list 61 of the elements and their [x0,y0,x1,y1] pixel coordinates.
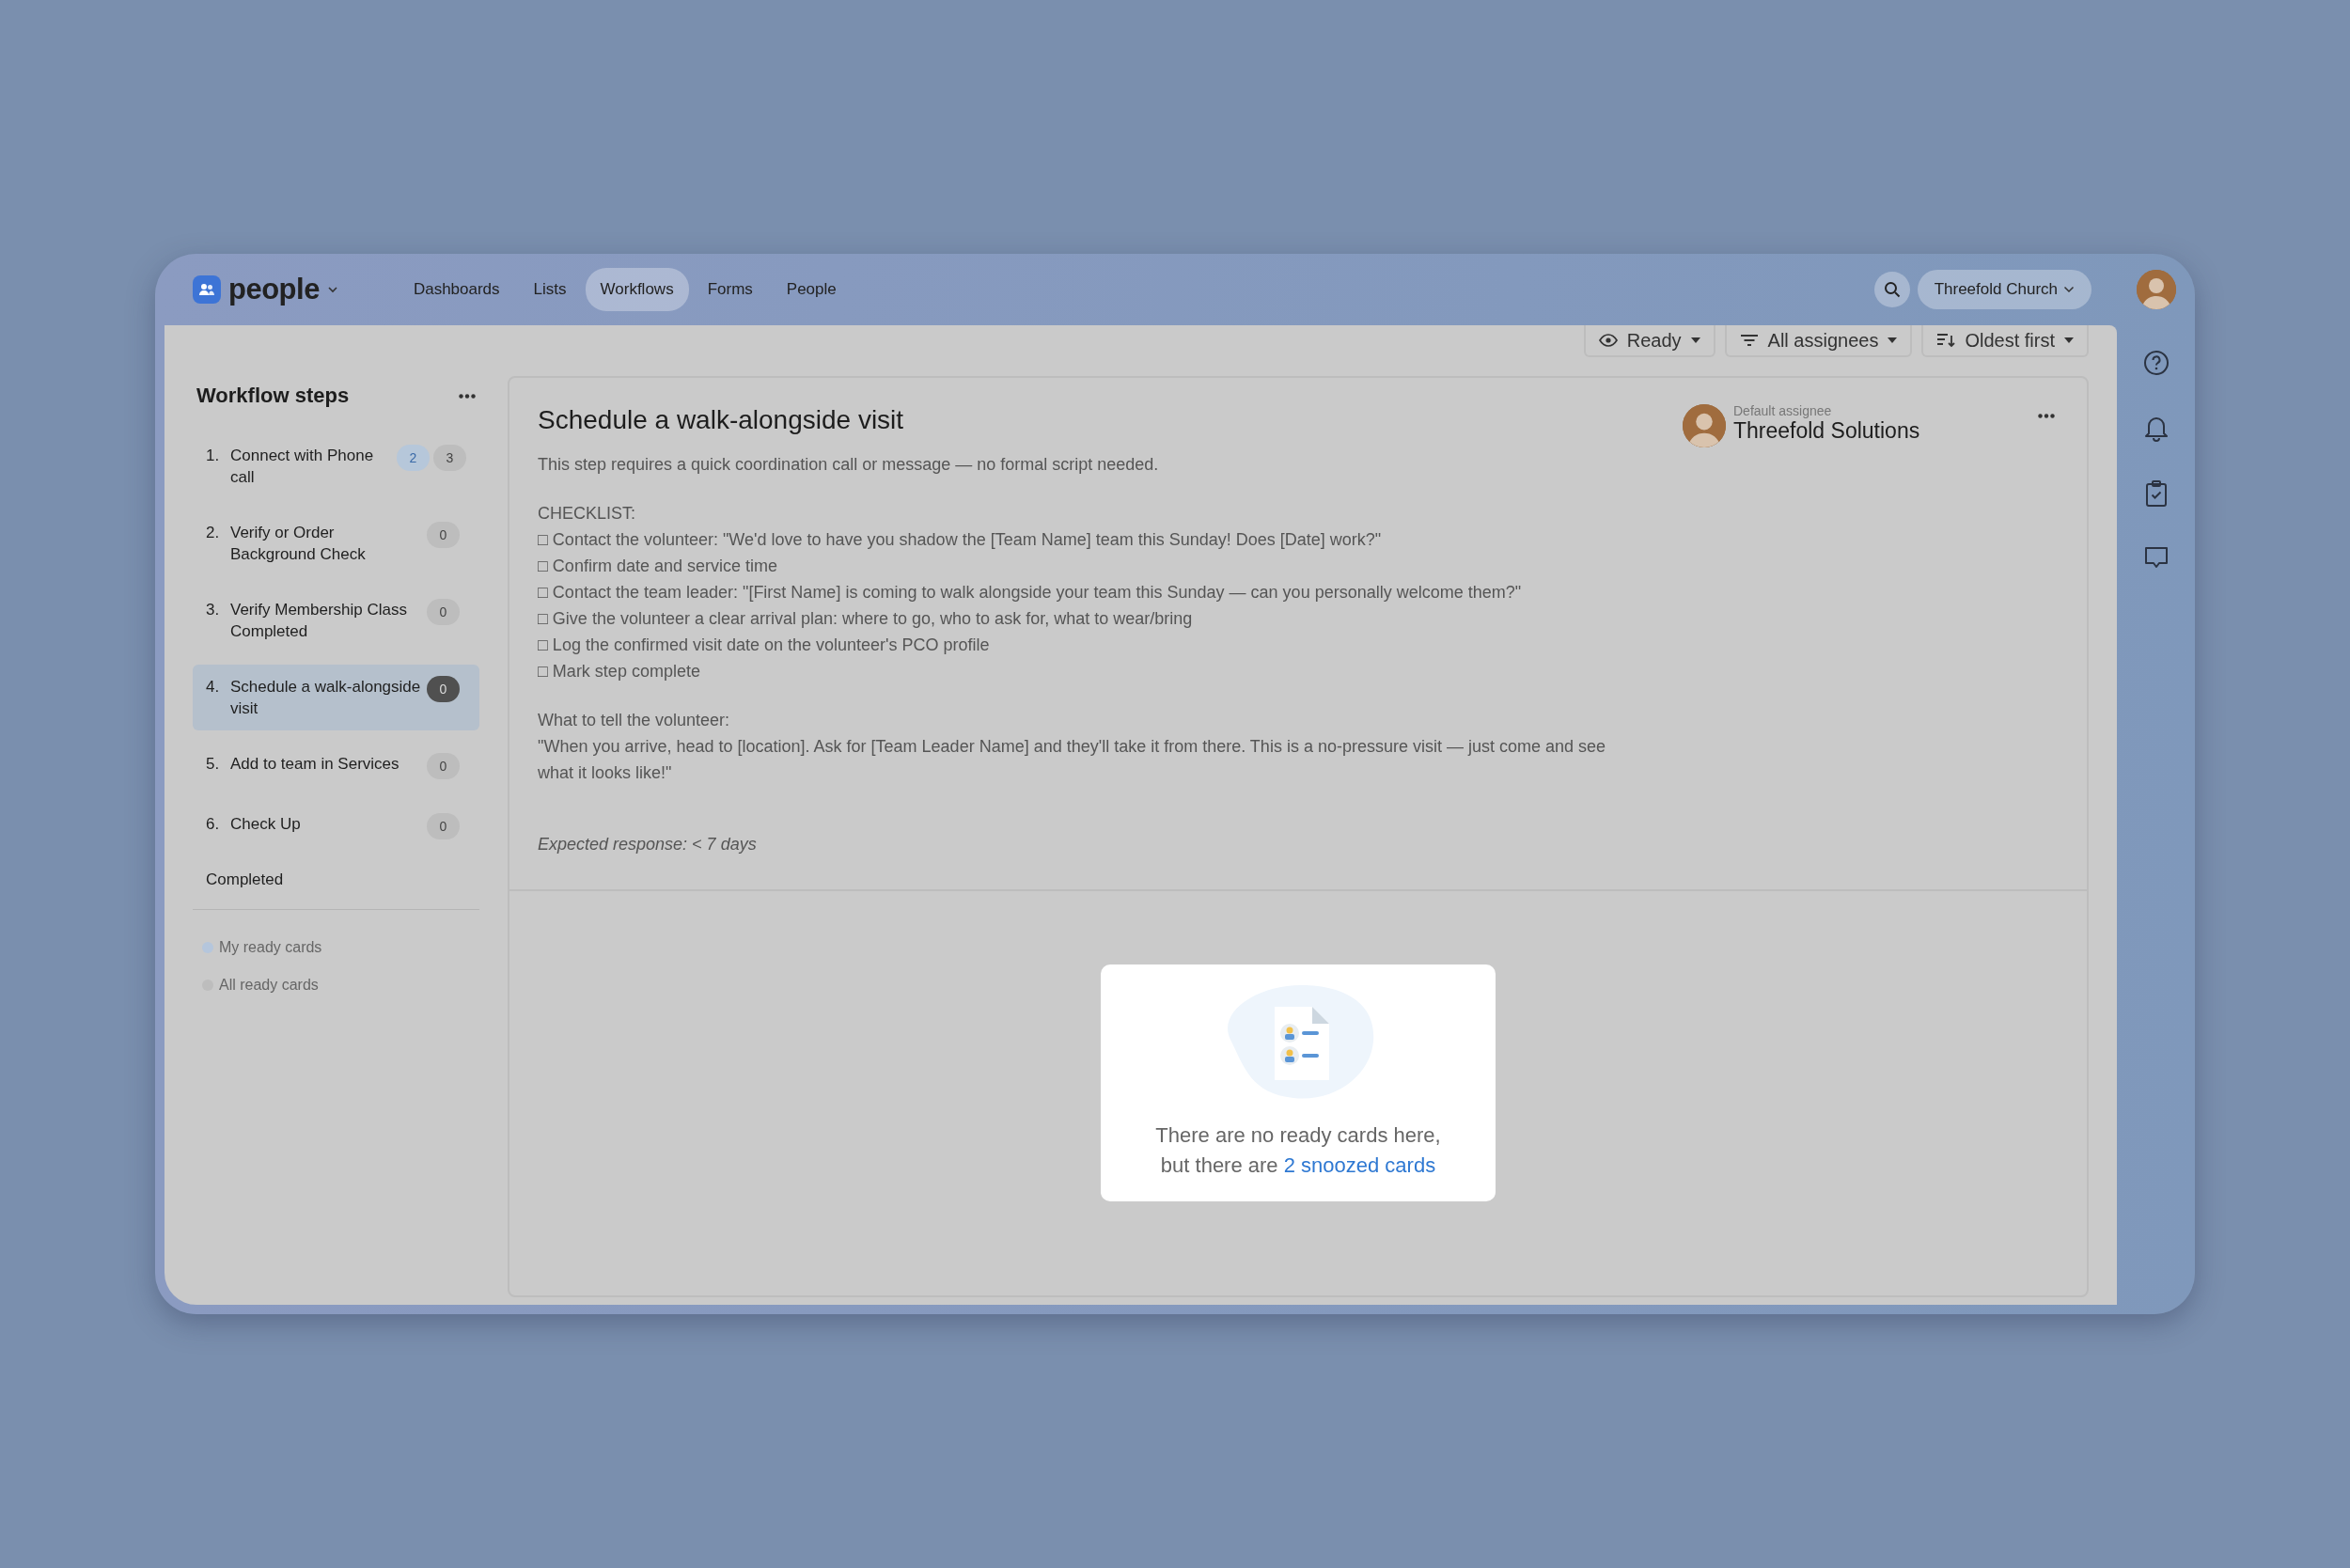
clipboard-check-icon[interactable] [2143,479,2169,508]
search-button[interactable] [1873,272,1910,307]
checklist-item: □ Contact the team leader: "[First Name] is coming to walk alongside your team this Sunday — can you personally welcome them?" [538,581,1523,604]
instructions-text: "When you arrive, head to [location]. Ask for [Team Leader Name] and they'll take it from there. This is a no-pressure visit — just come and see what it looks like!" [538,735,1607,784]
filter-dropdown[interactable]: Oldest first [1921,325,2089,357]
step-title: Schedule a walk-alongside visit [538,404,905,436]
workflow-step[interactable]: 3. Verify Membership Class Completed 0 [193,588,479,653]
workflow-step[interactable]: 4. Schedule a walk-alongside visit 0 [193,665,479,730]
caret-icon [1690,337,1700,343]
checklist-item: □ Mark step complete [538,660,701,682]
chat-icon[interactable] [2142,545,2170,570]
count-badge: 3 [433,445,466,471]
checklist-item: □ Log the confirmed visit date on the volunteer's PCO profile [538,634,991,656]
nav-tab[interactable]: Lists [518,268,582,311]
empty-state-message: There are no ready cards here, but there are 2 snoozed cards [1155,1121,1441,1179]
caret-icon [1888,337,1898,343]
checklist-heading: CHECKLIST: [538,502,637,525]
assignee-caption: Default assignee [1733,404,1833,418]
completed-step[interactable]: Completed [193,862,297,909]
more-icon [2038,414,2055,419]
instructions-heading: What to tell the volunteer: [538,709,731,731]
count-badge: 0 [427,753,460,779]
chevron-down-icon [2063,286,2075,293]
workflow-step[interactable]: 6. Check Up 0 [193,802,479,851]
checklist-item: □ Contact the volunteer: "We'd love to have you shadow the [Team Name] team this Sunday! Does [Date] work?" [538,528,1383,551]
caret-icon [2064,337,2074,343]
nav-tab[interactable]: Dashboards [398,268,515,311]
help-icon[interactable] [2142,350,2170,376]
checklist-item: □ Give the volunteer a clear arrival plan: where to go, who to ask for, what to wear/bring [538,607,1194,630]
card-filter[interactable]: My ready cards [193,935,332,959]
nav-tab[interactable]: Forms [692,268,768,311]
user-avatar[interactable] [2137,270,2176,309]
workflow-step[interactable]: 5. Add to team in Services 0 [193,742,479,791]
organization-dropdown[interactable]: Threefold Church [1917,270,2092,309]
count-badge: 0 [427,522,460,548]
eye-icon [1598,334,1618,347]
snoozed-cards-link[interactable]: 2 snoozed cards [1283,1152,1436,1177]
workflow-step[interactable]: 2. Verify or Order Background Check 0 [193,510,479,576]
expected-response: Expected response: < 7 days [538,833,758,855]
card-filter[interactable]: All ready cards [193,973,328,996]
nav-tab[interactable]: Workflows [585,268,689,311]
logo-icon [193,275,221,304]
count-badge: 0 [427,599,460,625]
more-icon [459,393,476,399]
assignee-avatar [1683,404,1726,447]
assignee-name: Threefold Solutions [1733,418,1921,443]
workflow-step[interactable]: 1. Connect with Phone call 2 3 [193,433,479,499]
sort-icon [1936,333,1956,348]
search-icon [1883,281,1901,298]
filter-dropdown[interactable]: Ready [1583,325,1716,357]
count-badge: 0 [427,813,460,839]
chevron-down-icon[interactable] [326,286,338,293]
app-logo[interactable]: people [228,267,320,312]
filter-icon [1739,334,1759,347]
sidebar-title: Workflow steps [196,383,350,409]
count-badge: 2 [397,445,430,471]
step-description: This step requires a quick coordination call or message — no formal script needed. [538,453,1160,476]
count-badge: 0 [427,676,460,702]
filter-dropdown[interactable]: All assignees [1724,325,1913,357]
checklist-item: □ Confirm date and service time [538,555,778,577]
nav-tab[interactable]: People [771,268,852,311]
